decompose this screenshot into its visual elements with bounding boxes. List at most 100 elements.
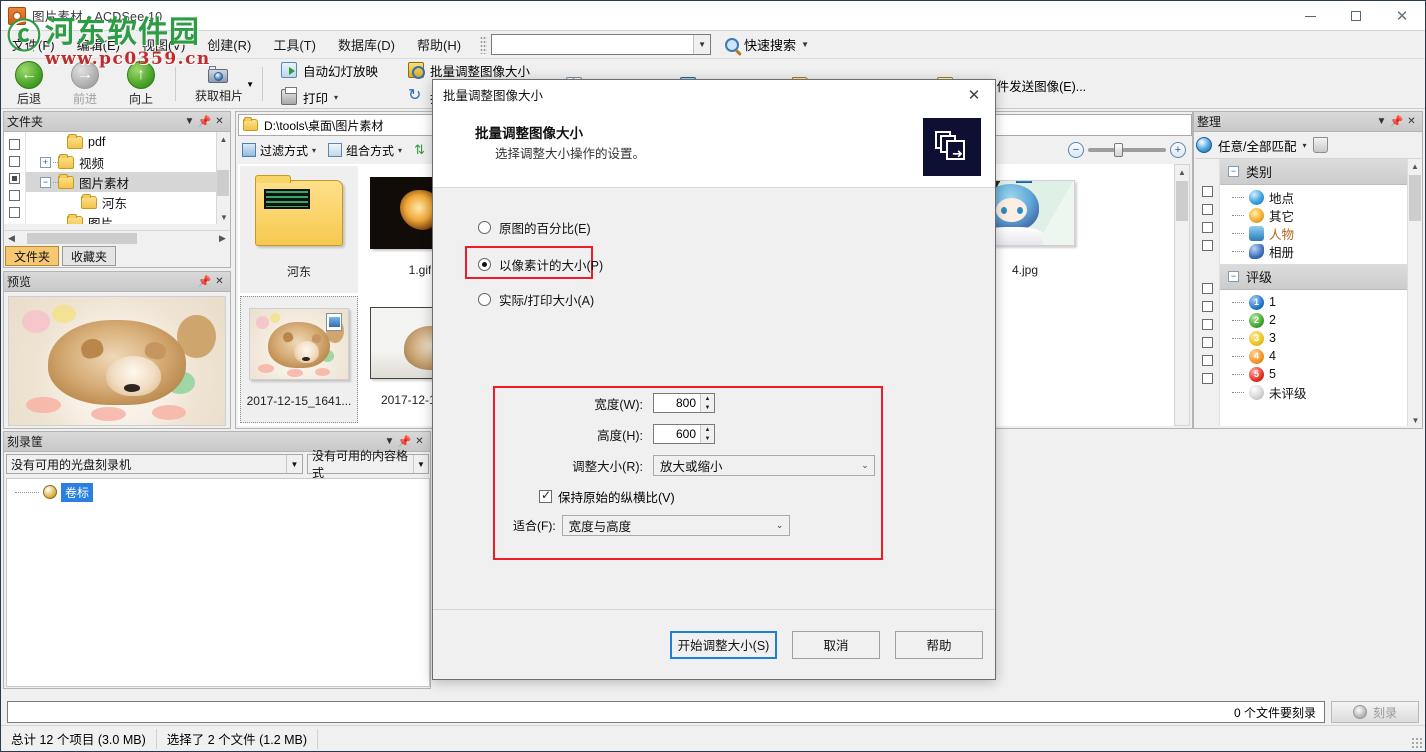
keep-aspect-ratio-row[interactable]: 保持原始的纵横比(V) [539,487,883,506]
chevron-down-icon[interactable]: ▾ [312,146,316,155]
get-photos-caret-icon[interactable]: ▼ [246,80,254,89]
rating-item-5[interactable]: 5 5 [1220,365,1422,383]
width-stepper[interactable]: ▲▼ [653,393,715,413]
radio-actual-print-input[interactable] [478,293,491,306]
trash-icon[interactable] [1312,137,1328,153]
organize-checkbox[interactable] [1202,240,1213,251]
scroll-down-icon[interactable]: ▼ [1408,413,1422,426]
radio-pixel-size[interactable]: 以像素计的大小(P) [478,255,603,274]
thumbnail-item-dog1[interactable]: 2017-12-15_1641... [240,296,358,423]
menu-create[interactable]: 创建(R) [196,32,262,57]
radio-pixel-size-input[interactable] [478,258,491,271]
scroll-up-icon[interactable]: ▲ [1408,159,1422,173]
organize-checkbox[interactable] [1202,355,1213,366]
organize-panel-pin-icon[interactable]: 📌 [1389,114,1404,130]
rating-item-3[interactable]: 3 3 [1220,329,1422,347]
maximize-button[interactable] [1333,1,1379,31]
burn-button[interactable]: 刻录 [1331,701,1419,723]
folder-tree-vertical-scrollbar[interactable]: ▲ ▼ [216,132,230,224]
spin-down-icon[interactable]: ▼ [701,403,714,412]
menu-file[interactable]: 文件(F) [1,32,66,57]
start-resize-button[interactable]: 开始调整大小(S) [670,630,777,659]
auto-slideshow-button[interactable]: 自动幻灯放映 [277,60,382,81]
preview-panel-pin-icon[interactable]: 📌 [197,274,212,290]
chevron-down-icon[interactable]: ▾ [398,146,402,155]
height-spin-buttons[interactable]: ▲ ▼ [700,425,714,443]
tree-expander-plus-icon[interactable]: + [40,156,51,168]
burn-basket-list[interactable]: 卷标 [6,478,430,687]
spin-down-icon[interactable]: ▼ [701,434,714,443]
burn-list-item[interactable]: 卷标 [7,482,429,502]
organize-checkbox[interactable] [1202,222,1213,233]
minimize-button[interactable] [1287,1,1333,31]
disc-drive-select[interactable]: 没有可用的光盘刻录机 ▼ [6,454,303,474]
scroll-up-icon[interactable]: ▲ [217,132,230,146]
dialog-close-button[interactable]: ✕ [953,80,995,110]
tab-folders[interactable]: 文件夹 [5,246,60,266]
folders-panel-pin-icon[interactable]: 📌 [197,114,212,130]
forward-button[interactable]: → 前进 [57,60,113,107]
radio-actual-print[interactable]: 实际/打印大小(A) [478,290,594,309]
folders-panel-menu-icon[interactable]: ▼ [182,114,197,130]
group-header-categories[interactable]: − 类别 [1220,159,1422,185]
resize-grip[interactable] [1411,737,1423,749]
chevron-down-icon[interactable]: ⌄ [856,460,874,471]
menu-edit[interactable]: 编辑(E) [66,32,131,57]
organize-checkbox[interactable] [1202,283,1213,294]
print-caret-icon[interactable]: ▾ [334,93,338,102]
radio-percentage-input[interactable] [478,221,491,234]
keep-aspect-ratio-checkbox[interactable] [539,488,552,503]
organize-checkbox[interactable] [1202,337,1213,348]
category-item-album[interactable]: 相册 [1220,242,1422,260]
folders-panel-close-icon[interactable]: ✕ [212,114,227,130]
batch-resize-button[interactable]: 批量调整图像大小 [404,60,537,81]
tree-node-video[interactable]: + 视频 [26,152,230,172]
rating-item-2[interactable]: 2 2 [1220,311,1422,329]
organize-panel-close-icon[interactable]: ✕ [1404,114,1419,130]
group-header-ratings[interactable]: − 评级 [1220,264,1422,290]
chevron-down-icon[interactable]: ▼ [801,40,809,49]
menu-view[interactable]: 视图(V) [131,32,196,57]
zoom-slider-thumb[interactable] [1114,143,1123,157]
scroll-up-icon[interactable]: ▲ [1175,165,1189,180]
scroll-thumb[interactable] [217,170,229,196]
match-mode-label[interactable]: 任意/全部匹配 [1218,136,1296,155]
folder-tree-horizontal-scrollbar[interactable]: ◀ ▶ [4,230,230,245]
chevron-down-icon[interactable]: ⌄ [771,520,789,531]
resize-mode-select[interactable]: 放大或缩小 ⌄ [653,455,875,476]
tree-node-pdf[interactable]: pdf [26,132,230,152]
spin-up-icon[interactable]: ▲ [701,394,714,403]
folder-checkbox[interactable] [9,173,20,184]
menu-tools[interactable]: 工具(T) [262,32,327,57]
group-expander-icon[interactable]: − [1228,271,1239,282]
tree-expander-minus-icon[interactable]: − [40,176,51,188]
content-format-select[interactable]: 没有可用的内容格式 ▼ [307,449,429,480]
folder-checkbox[interactable] [9,139,20,150]
toolbar-grip[interactable] [480,35,488,54]
organize-checkbox[interactable] [1202,186,1213,197]
zoom-out-button[interactable]: − [1068,142,1084,158]
scroll-thumb[interactable] [1176,181,1188,221]
thumbnail-item-folder[interactable]: 河东 [240,166,358,293]
scroll-track[interactable] [19,231,215,245]
cancel-button[interactable]: 取消 [792,630,880,659]
scroll-thumb[interactable] [27,232,137,244]
zoom-slider-track[interactable] [1088,143,1166,157]
tree-node-pictures-material[interactable]: − 图片素材 [26,172,230,192]
print-button[interactable]: 打印 ▾ [277,87,382,108]
scroll-down-icon[interactable]: ▼ [217,210,231,224]
quick-search-dropdown-icon[interactable]: ▼ [693,35,711,54]
organize-checkbox[interactable] [1202,373,1213,384]
scroll-left-icon[interactable]: ◀ [4,233,19,244]
quick-search-label-group[interactable]: 快速搜索 ▼ [725,35,809,54]
tree-node-hedong[interactable]: 河东 [26,192,230,212]
help-button[interactable]: 帮助 [895,630,983,659]
fit-select[interactable]: 宽度与高度 ⌄ [561,515,790,536]
zoom-in-button[interactable]: + [1170,142,1186,158]
tab-favorites[interactable]: 收藏夹 [62,246,117,266]
category-item-place[interactable]: 地点 [1220,188,1422,206]
chevron-down-icon[interactable]: ▼ [412,455,428,473]
browser-vertical-scrollbar[interactable]: ▲ [1174,164,1190,426]
menu-database[interactable]: 数据库(D) [327,32,406,57]
chevron-down-icon[interactable]: ▼ [286,455,302,473]
